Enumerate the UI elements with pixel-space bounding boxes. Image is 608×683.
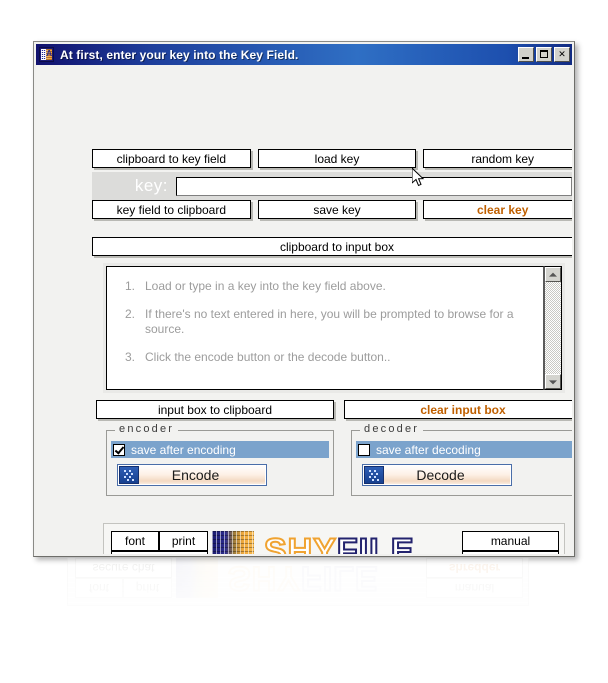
save-after-encoding-row[interactable]: save after encoding <box>111 441 329 458</box>
load-key-button[interactable]: load key <box>257 149 417 168</box>
instruction-number: 3. <box>125 350 136 364</box>
save-after-encoding-checkbox[interactable] <box>113 443 125 456</box>
encode-icon <box>119 466 139 484</box>
instruction-text: If there's no text entered in here, you … <box>145 307 514 336</box>
decode-button[interactable]: Decode <box>362 464 512 486</box>
app-icon-letter: A <box>46 49 52 58</box>
reflection-logo-text-shy: SHY <box>227 558 302 598</box>
decoder-group-title: decoder <box>360 423 424 435</box>
shredder-button[interactable]: shredder <box>462 551 559 554</box>
instruction-item: 2. If there's no text entered in here, y… <box>125 307 533 337</box>
shyfile-app-icon: A <box>39 47 54 62</box>
save-after-decoding-row[interactable]: save after decoding <box>356 441 572 458</box>
close-icon: ✕ <box>558 49 566 59</box>
reflection-secure-chat-button: secure chat <box>75 558 172 578</box>
shyfile-logo-mark-icon <box>212 531 254 554</box>
print-button[interactable]: print <box>159 531 208 551</box>
random-key-button[interactable]: random key <box>423 149 572 168</box>
logo-text-shy: SHY <box>263 532 337 554</box>
maximize-button[interactable] <box>536 47 552 62</box>
window-reflection: font print secure chat manual shredder S… <box>33 558 575 683</box>
save-key-button[interactable]: save key <box>257 200 417 219</box>
instruction-number: 1. <box>125 279 136 293</box>
scroll-down-arrow-icon[interactable] <box>545 374 561 389</box>
clipboard-to-input-box-button[interactable]: clipboard to input box <box>92 237 572 256</box>
key-field-strip: key: <box>92 172 572 200</box>
key-field-label: key: <box>134 176 168 195</box>
encode-button[interactable]: Encode <box>117 464 267 486</box>
input-box-to-clipboard-button[interactable]: input box to clipboard <box>96 400 334 419</box>
instruction-text: Click the encode button or the decode bu… <box>145 350 391 364</box>
reflection-shredder-button: shredder <box>426 558 523 578</box>
instruction-text: Load or type in a key into the key field… <box>145 279 386 293</box>
bottom-toolbar: font print secure chat manual shredder S… <box>103 523 565 554</box>
maximize-icon <box>537 48 551 61</box>
instruction-number: 2. <box>125 307 136 321</box>
key-input[interactable] <box>176 176 572 196</box>
close-button[interactable]: ✕ <box>554 47 570 62</box>
encoder-group-title: encoder <box>115 423 179 435</box>
key-field-to-clipboard-button[interactable]: key field to clipboard <box>92 200 251 219</box>
encode-button-label: Encode <box>171 467 220 483</box>
reflection-print-button: print <box>123 578 172 598</box>
clipboard-to-key-field-button[interactable]: clipboard to key field <box>92 149 251 168</box>
scroll-up-arrow-icon[interactable] <box>545 267 561 282</box>
shyfile-logo: SHYFILE <box>212 530 415 554</box>
minimize-icon <box>519 48 533 61</box>
instruction-item: 3. Click the encode button or the decode… <box>125 350 533 365</box>
clear-input-box-button[interactable]: clear input box <box>344 400 572 419</box>
input-bottom-button-row: input box to clipboard clear input box <box>96 400 572 419</box>
logo-text-file: FILE <box>336 532 415 554</box>
instruction-item: 1. Load or type in a key into the key fi… <box>125 279 533 294</box>
input-box[interactable]: 1. Load or type in a key into the key fi… <box>106 266 544 390</box>
window-client-area: clipboard to key field load key random k… <box>36 65 572 554</box>
decode-icon <box>364 466 384 484</box>
decode-button-label: Decode <box>416 467 465 483</box>
clear-key-button[interactable]: clear key <box>423 200 572 219</box>
input-box-container: 1. Load or type in a key into the key fi… <box>103 263 565 393</box>
shyfile-logo-text: SHYFILE <box>263 532 415 554</box>
font-button[interactable]: font <box>111 531 159 551</box>
save-after-decoding-checkbox[interactable] <box>358 443 370 456</box>
key-bottom-button-row: key field to clipboard save key clear ke… <box>92 200 572 219</box>
save-after-encoding-label: save after encoding <box>131 442 236 457</box>
encoder-group: encoder save after encoding Encode <box>106 423 334 496</box>
reflection-font-button: font <box>75 578 123 598</box>
reflection-content: font print secure chat manual shredder S… <box>33 558 575 683</box>
window-caption-buttons: ✕ <box>518 47 570 62</box>
reflection-logo-text-file: FILE <box>300 558 380 598</box>
reflection-bottom-toolbar: font print secure chat manual shredder S… <box>67 558 529 606</box>
reflection-logo-text: SHYFILE <box>227 558 380 598</box>
decoder-group: decoder save after decoding Decode <box>351 423 572 496</box>
reflection-manual-button: manual <box>426 578 523 598</box>
reflection-logo: SHYFILE <box>176 558 380 599</box>
window-titlebar[interactable]: A At first, enter your key into the Key … <box>36 44 572 65</box>
reflection-logo-mark-icon <box>176 558 218 598</box>
window-title: At first, enter your key into the Key Fi… <box>60 47 299 62</box>
manual-button[interactable]: manual <box>462 531 559 551</box>
save-after-decoding-label: save after decoding <box>376 442 481 457</box>
secure-chat-button[interactable]: secure chat <box>111 551 208 554</box>
minimize-button[interactable] <box>518 47 534 62</box>
input-box-scrollbar[interactable] <box>544 266 562 390</box>
application-window: A At first, enter your key into the Key … <box>33 41 575 557</box>
key-top-button-row: clipboard to key field load key random k… <box>92 149 572 168</box>
